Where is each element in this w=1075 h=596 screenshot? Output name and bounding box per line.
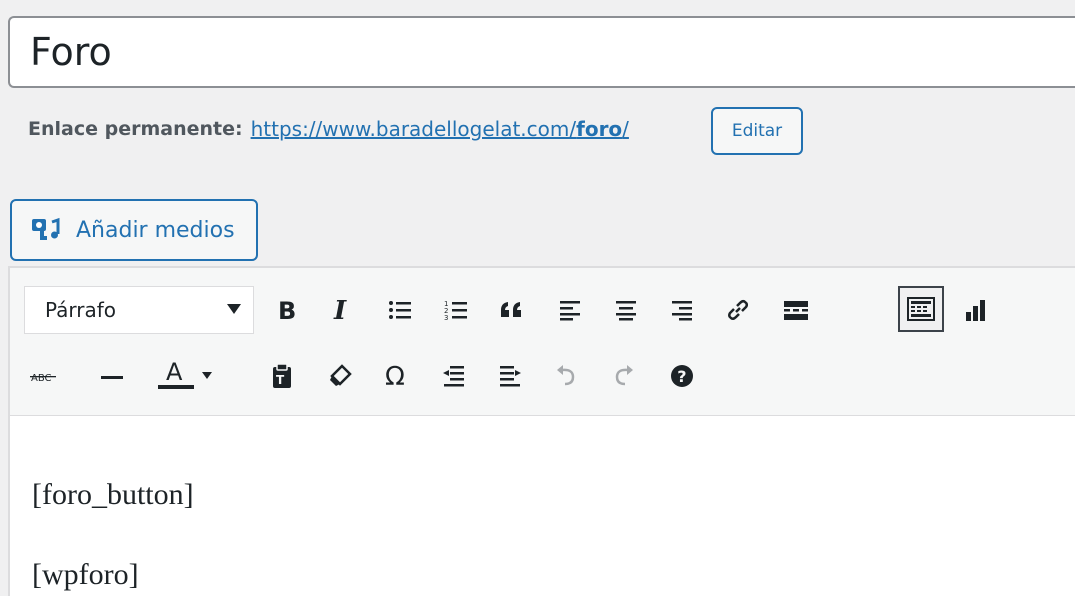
add-media-button[interactable]: Añadir medios	[10, 199, 258, 261]
paste-text-icon: T	[273, 363, 291, 388]
bold-icon: B	[278, 298, 296, 322]
chevron-down-icon	[227, 304, 241, 314]
special-character-icon: Ω	[385, 363, 405, 389]
horizontal-line-icon	[101, 376, 123, 379]
format-select-value: Párrafo	[45, 298, 117, 322]
help-icon: ?	[671, 365, 693, 387]
content-paragraph: [wpforo]	[32, 558, 139, 591]
edit-permalink-button[interactable]: Editar	[711, 107, 803, 155]
read-more-icon	[784, 301, 808, 320]
media-icon	[32, 217, 60, 240]
svg-text:3: 3	[444, 314, 448, 321]
blockquote-icon	[501, 302, 521, 317]
align-left-button[interactable]	[550, 290, 590, 330]
post-title-field[interactable]: Foro	[8, 16, 1075, 88]
editor-toolbar: Párrafo B I 123 ABC A T Ω ?	[8, 266, 1075, 416]
editor-content-area[interactable]: [foro_button] [wpforo]	[8, 416, 1075, 596]
link-icon	[727, 299, 749, 321]
redo-icon	[615, 365, 633, 386]
outdent-button[interactable]	[434, 356, 474, 396]
bold-button[interactable]: B	[266, 290, 306, 330]
content-paragraph: [foro_button]	[32, 478, 194, 511]
undo-icon	[557, 365, 575, 386]
clear-formatting-button[interactable]	[320, 356, 360, 396]
svg-text:A: A	[166, 358, 183, 386]
svg-text:T: T	[276, 373, 285, 387]
post-title-text: Foro	[30, 30, 112, 74]
numbered-list-icon: 123	[444, 300, 467, 321]
toolbar-toggle-icon	[907, 297, 935, 321]
italic-button[interactable]: I	[322, 290, 362, 330]
svg-text:Ω: Ω	[385, 363, 405, 389]
chart-icon	[966, 300, 985, 321]
indent-icon	[500, 366, 521, 387]
strikethrough-icon: ABC	[30, 373, 56, 384]
permalink-url-prefix: https://www.baradellogelat.com/	[250, 117, 577, 141]
italic-icon: I	[333, 298, 347, 322]
permalink-url-suffix: /	[622, 117, 629, 141]
link-button[interactable]	[718, 290, 758, 330]
paste-text-button[interactable]: T	[262, 356, 302, 396]
permalink-link[interactable]: https://www.baradellogelat.com/foro/	[251, 117, 629, 141]
fullscreen-spacer	[832, 290, 872, 330]
numbered-list-button[interactable]: 123	[436, 290, 476, 330]
svg-text:?: ?	[677, 367, 686, 386]
outdent-icon	[443, 366, 464, 387]
align-right-icon	[672, 301, 692, 321]
permalink-row: Enlace permanente: https://www.baradello…	[28, 117, 629, 141]
svg-text:ABC: ABC	[31, 373, 52, 384]
svg-text:B: B	[278, 298, 296, 322]
read-more-button[interactable]	[776, 290, 816, 330]
blockquote-button[interactable]	[492, 290, 532, 330]
help-button[interactable]: ?	[662, 356, 702, 396]
horizontal-line-button[interactable]	[92, 357, 132, 397]
align-center-icon	[616, 301, 636, 321]
toolbar-toggle-button[interactable]	[898, 286, 944, 332]
svg-text:I: I	[333, 298, 347, 322]
permalink-url-slug: foro	[576, 117, 623, 141]
clear-formatting-icon	[330, 364, 352, 386]
align-right-button[interactable]	[662, 290, 702, 330]
redo-button[interactable]	[604, 356, 644, 396]
align-left-icon	[560, 301, 580, 321]
strikethrough-button[interactable]: ABC	[24, 357, 64, 397]
chart-button[interactable]	[956, 290, 996, 330]
text-color-button[interactable]: A	[156, 354, 216, 394]
permalink-label: Enlace permanente:	[28, 118, 243, 140]
special-character-button[interactable]: Ω	[376, 356, 416, 396]
align-center-button[interactable]	[606, 290, 646, 330]
add-media-label: Añadir medios	[76, 217, 235, 243]
text-color-icon: A	[158, 358, 212, 389]
indent-button[interactable]	[490, 356, 530, 396]
undo-button[interactable]	[546, 356, 586, 396]
format-select[interactable]: Párrafo	[24, 286, 254, 334]
bullet-list-button[interactable]	[380, 290, 420, 330]
bullet-list-icon	[389, 301, 411, 319]
